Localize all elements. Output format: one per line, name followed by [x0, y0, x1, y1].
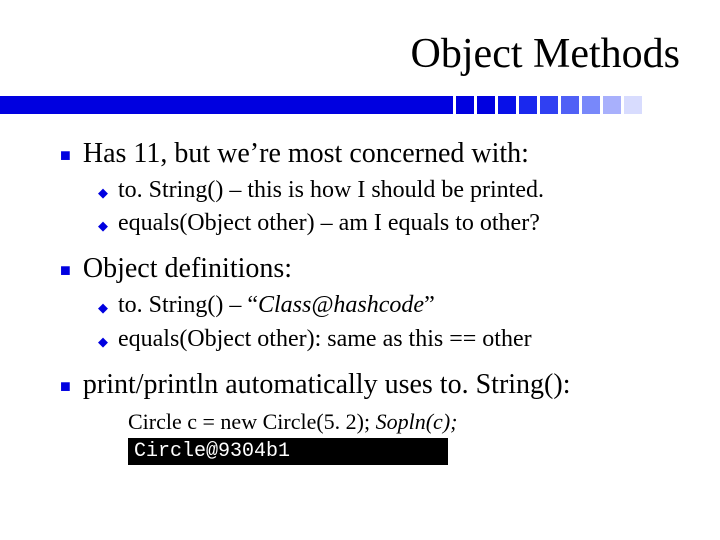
underline-bar [0, 96, 435, 114]
sub-bullet-text: to. String() – this is how I should be p… [118, 175, 544, 206]
decor-square [498, 96, 516, 114]
square-bullet-icon: ■ [60, 145, 71, 166]
sub-bullet-text: equals(Object other) – am I equals to ot… [118, 208, 540, 239]
diamond-bullet-icon: ◆ [98, 218, 108, 234]
code-italic: Sopln(c); [376, 409, 458, 434]
sub-bullet-item: ◆ to. String() – “Class@hashcode” [98, 290, 690, 321]
sub-bullet-item: ◆ to. String() – this is how I should be… [98, 175, 690, 206]
sub-bullet-text: equals(Object other): same as this == ot… [118, 324, 532, 355]
code-line: Circle c = new Circle(5. 2); Sopln(c); [128, 408, 690, 437]
sub-bullet-item: ◆ equals(Object other): same as this == … [98, 324, 690, 355]
square-bullet-icon: ■ [60, 260, 71, 281]
decor-square [582, 96, 600, 114]
code-block: Circle c = new Circle(5. 2); Sopln(c); C… [128, 408, 690, 466]
title-underline [0, 88, 720, 116]
decor-square [477, 96, 495, 114]
console-output: Circle@9304b1 [128, 438, 448, 465]
decor-square [456, 96, 474, 114]
bullet-text: Object definitions: [83, 251, 292, 286]
decor-square [540, 96, 558, 114]
decor-square [624, 96, 642, 114]
sub-bullet-text: to. String() – “Class@hashcode” [118, 290, 435, 321]
decor-square [561, 96, 579, 114]
diamond-bullet-icon: ◆ [98, 185, 108, 201]
diamond-bullet-icon: ◆ [98, 334, 108, 350]
decor-square [603, 96, 621, 114]
sub-bullet-item: ◆ equals(Object other) – am I equals to … [98, 208, 690, 239]
diamond-bullet-icon: ◆ [98, 300, 108, 316]
bullet-item: ■ Object definitions: [60, 251, 690, 286]
underline-squares [435, 96, 642, 114]
square-bullet-icon: ■ [60, 376, 71, 397]
content-area: ■ Has 11, but we’re most concerned with:… [0, 136, 720, 465]
decor-square [435, 96, 453, 114]
bullet-text: print/println automatically uses to. Str… [83, 367, 571, 402]
slide-title: Object Methods [0, 0, 720, 88]
code-plain: Circle c = new Circle(5. 2); [128, 409, 376, 434]
sub-bullet-prefix: to. String() – “ [118, 292, 258, 318]
sub-bullet-italic: Class@hashcode [258, 292, 424, 318]
sub-bullet-suffix: ” [424, 292, 435, 318]
decor-square [519, 96, 537, 114]
bullet-text: Has 11, but we’re most concerned with: [83, 136, 529, 171]
bullet-item: ■ Has 11, but we’re most concerned with: [60, 136, 690, 171]
bullet-item: ■ print/println automatically uses to. S… [60, 367, 690, 402]
slide: Object Methods ■ Has 11, but we’re most … [0, 0, 720, 540]
